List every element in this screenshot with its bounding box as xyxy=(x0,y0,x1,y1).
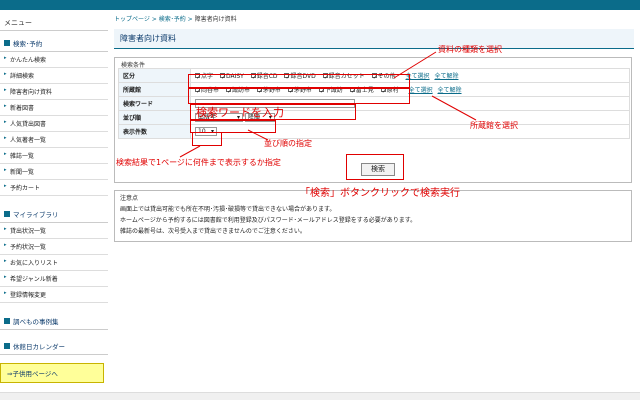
library-select-all-link[interactable]: 全て選択 xyxy=(409,87,433,94)
sidebar-item-genre-new[interactable]: 希望ジャンル新着 xyxy=(0,271,108,287)
sidebar-section-mylibrary: マイライブラリ 貸出状況一覧 予約状況一覧 お気に入りリスト 希望ジャンル新着 … xyxy=(0,206,108,303)
sidebar-item-reserve-cart[interactable]: 予約カート xyxy=(0,180,108,196)
sidebar-head-calendar[interactable]: 休館日カレンダー xyxy=(0,338,108,355)
square-icon xyxy=(4,343,10,349)
annotation-type: 資料の種類を選択 xyxy=(438,45,502,54)
footer-bar xyxy=(0,392,640,400)
sidebar: メニュー 検索･予約 かんたん検索 詳細検索 障害者向け資料 新着図書 人気貸出… xyxy=(0,14,108,383)
library-highlight xyxy=(188,88,410,104)
sidebar-head-label: マイライブラリ xyxy=(13,211,59,219)
sidebar-item-disability-materials[interactable]: 障害者向け資料 xyxy=(0,84,108,100)
sidebar-head-label: 検索･予約 xyxy=(13,40,43,48)
sidebar-head-label: 調べもの事例集 xyxy=(13,318,59,326)
sidebar-item-reservations[interactable]: 予約状況一覧 xyxy=(0,239,108,255)
sidebar-item-favorites[interactable]: お気に入りリスト xyxy=(0,255,108,271)
breadcrumb-search[interactable]: 検索･予約 xyxy=(159,16,186,23)
sort-label: 並び順 xyxy=(118,110,191,125)
sidebar-item-new-books[interactable]: 新着図書 xyxy=(0,100,108,116)
page-title: 障害者向け資料 xyxy=(114,29,634,49)
annotation-button: 「検索」ボタンクリックで検索実行 xyxy=(300,188,460,199)
button-highlight xyxy=(346,154,404,180)
library-clear-all-link[interactable]: 全て解除 xyxy=(438,87,462,94)
sidebar-item-easy-search[interactable]: かんたん検索 xyxy=(0,52,108,68)
sidebar-item-newspapers[interactable]: 新聞一覧 xyxy=(0,164,108,180)
sidebar-item-detail-search[interactable]: 詳細検索 xyxy=(0,68,108,84)
annotation-count: 検索結果で1ページに何件まで表示するか指定 xyxy=(116,158,281,167)
sidebar-item-registration[interactable]: 登録情報変更 xyxy=(0,287,108,303)
category-clear-all-link[interactable]: 全て解除 xyxy=(434,73,458,80)
keyword-label: 検索ワード xyxy=(118,96,191,111)
sidebar-item-magazines[interactable]: 雑誌一覧 xyxy=(0,148,108,164)
notice-line: 雑誌の最新号は、次号受入まで貸出できませんのでご注意ください。 xyxy=(120,228,306,235)
square-icon xyxy=(4,318,10,324)
sidebar-head-search[interactable]: 検索･予約 xyxy=(0,35,108,52)
sidebar-item-popular-books[interactable]: 人気貸出図書 xyxy=(0,116,108,132)
annotation-keyword: 検索ワードを入力 xyxy=(196,106,284,119)
notice-line: ホームページから予約するには図書館で利用登録及びパスワード･メールアドレス登録を… xyxy=(120,217,417,224)
count-highlight xyxy=(192,132,222,146)
sidebar-item-popular-authors[interactable]: 人気著者一覧 xyxy=(0,132,108,148)
notice-line: 画面上では貸出可能でも所在不明･汚損･破損等で貸出できない場合があります。 xyxy=(120,206,336,213)
breadcrumb-top[interactable]: トップページ xyxy=(114,16,150,23)
sidebar-section-calendar: 休館日カレンダー xyxy=(0,338,108,355)
library-label: 所蔵館 xyxy=(118,82,191,97)
sidebar-section-search: 検索･予約 かんたん検索 詳細検索 障害者向け資料 新着図書 人気貸出図書 人気… xyxy=(0,35,108,196)
top-bar xyxy=(0,0,640,10)
sidebar-head-reference[interactable]: 調べもの事例集 xyxy=(0,313,108,330)
annotation-library: 所蔵館を選択 xyxy=(470,121,518,130)
breadcrumb: トップページ > 検索･予約 > 障害者向け資料 xyxy=(114,16,237,23)
category-highlight xyxy=(188,74,410,88)
square-icon xyxy=(4,211,10,217)
square-icon xyxy=(4,40,10,46)
sidebar-item-loans[interactable]: 貸出状況一覧 xyxy=(0,223,108,239)
category-label: 区分 xyxy=(118,68,191,83)
sidebar-head-label: 休館日カレンダー xyxy=(13,343,65,351)
breadcrumb-current: 障害者向け資料 xyxy=(194,16,237,23)
count-label: 表示件数 xyxy=(118,124,191,139)
sidebar-section-reference: 調べもの事例集 xyxy=(0,313,108,330)
sidebar-head-mylibrary[interactable]: マイライブラリ xyxy=(0,206,108,223)
annotation-sort: 並び順の指定 xyxy=(264,139,312,148)
menu-title: メニュー xyxy=(0,14,108,31)
kids-page-button[interactable]: ⇒子供用ページへ xyxy=(0,363,104,383)
